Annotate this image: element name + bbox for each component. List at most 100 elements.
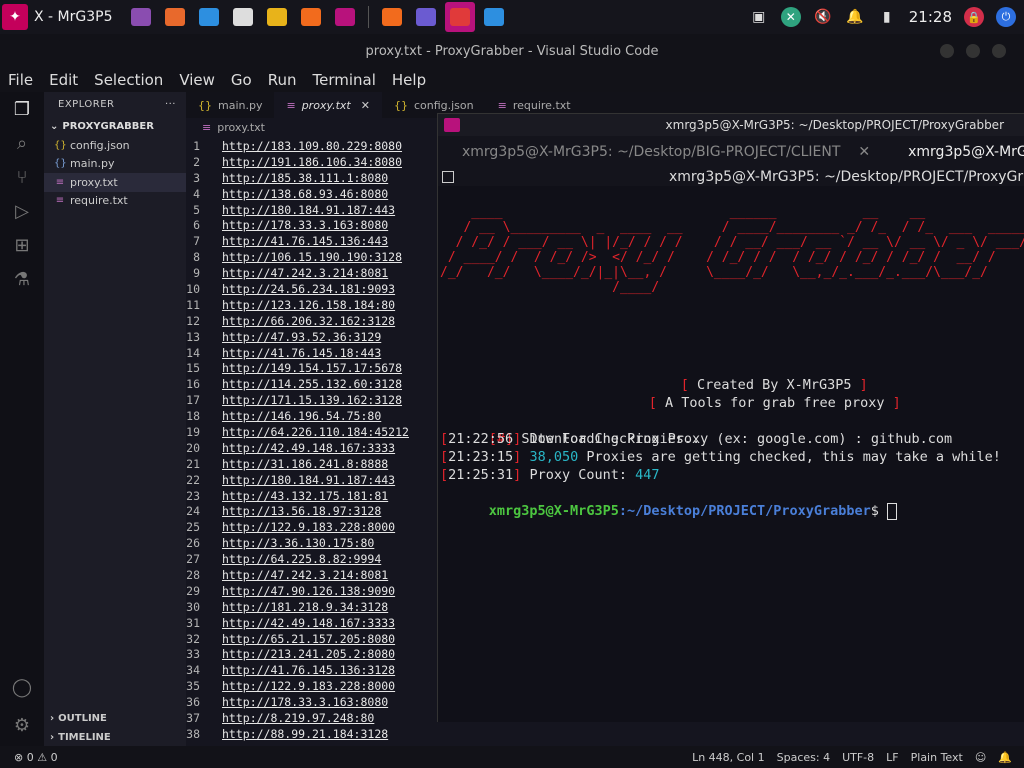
vscode-app-icon[interactable] <box>194 2 224 32</box>
proxy-url[interactable]: http://41.76.145.18:443 <box>222 346 381 360</box>
proxy-url[interactable]: http://65.21.157.205:8080 <box>222 632 395 646</box>
proxy-url[interactable]: http://171.15.139.162:3128 <box>222 393 402 407</box>
settings-gear-icon[interactable]: ⚙ <box>11 714 33 736</box>
search-icon[interactable]: ⌕ <box>11 132 33 154</box>
proxy-url[interactable]: http://24.56.234.181:9093 <box>222 282 395 296</box>
clock[interactable]: 21:28 <box>909 8 952 26</box>
files-app-icon[interactable] <box>228 2 258 32</box>
close-button[interactable] <box>992 44 1006 58</box>
proxy-url[interactable]: http://149.154.157.17:5678 <box>222 361 402 375</box>
screen-running-icon[interactable] <box>411 2 441 32</box>
proxy-url[interactable]: http://106.15.190.190:3128 <box>222 250 402 264</box>
proxy-url[interactable]: http://138.68.93.46:8080 <box>222 187 388 201</box>
close-tab-icon[interactable]: ✕ <box>361 99 370 112</box>
terminal-app-icon[interactable] <box>330 2 360 32</box>
proxy-url[interactable]: http://191.186.106.34:8080 <box>222 155 402 169</box>
explorer-icon[interactable]: ❐ <box>11 98 33 120</box>
terminal-output[interactable]: ____ ______ __ __ / __ \_________ _ ____… <box>440 190 1024 722</box>
split-view-icon[interactable] <box>442 171 454 183</box>
feedback-icon[interactable]: ☺ <box>975 751 986 764</box>
file-item[interactable]: ≡ require.txt <box>44 192 186 211</box>
network-icon[interactable]: ✕ <box>780 7 801 27</box>
proxy-url[interactable]: http://88.99.21.184:3128 <box>222 727 388 741</box>
volume-muted-icon[interactable]: 🔇 <box>813 7 833 27</box>
close-terminal-tab-icon[interactable]: ✕ <box>858 144 870 160</box>
proxy-url[interactable]: http://47.90.126.138:9090 <box>222 584 395 598</box>
proxy-url[interactable]: http://64.225.8.82:9994 <box>222 552 381 566</box>
extensions-icon[interactable]: ⊞ <box>11 234 33 256</box>
proxy-url[interactable]: http://31.186.241.8:8888 <box>222 457 388 471</box>
proxy-url[interactable]: http://8.219.97.248:80 <box>222 711 374 725</box>
chrome-app-icon[interactable] <box>262 2 292 32</box>
proxy-url[interactable]: http://181.218.9.34:3128 <box>222 600 388 614</box>
testing-icon[interactable]: ⚗ <box>11 268 33 290</box>
logout-icon[interactable]: ⏻ <box>996 7 1016 27</box>
source-control-icon[interactable]: ⑂ <box>11 166 33 188</box>
minimize-button[interactable] <box>940 44 954 58</box>
proxy-url[interactable]: http://13.56.18.97:3128 <box>222 504 381 518</box>
proxy-url[interactable]: http://47.242.3.214:8081 <box>222 266 388 280</box>
proxy-url[interactable]: http://66.206.32.162:3128 <box>222 314 395 328</box>
run-debug-icon[interactable]: ▷ <box>11 200 33 222</box>
proxy-url[interactable]: http://43.132.175.181:81 <box>222 489 388 503</box>
screen-app-icon[interactable] <box>126 2 156 32</box>
distro-menu-icon[interactable]: ✦ <box>2 4 28 30</box>
file-item[interactable]: ≡ proxy.txt <box>44 173 186 192</box>
problems-indicator[interactable]: ⊗ 0 ⚠ 0 <box>14 751 58 764</box>
menu-selection[interactable]: Selection <box>86 71 171 89</box>
menu-terminal[interactable]: Terminal <box>305 71 384 89</box>
encoding[interactable]: UTF-8 <box>842 751 874 764</box>
battery-icon[interactable]: ▮ <box>877 7 897 27</box>
terminal-tab[interactable]: xmrg3p5@X-MrG3P5: ~/Desktop/BIG-PROJECT/… <box>438 144 892 160</box>
vscode-running-icon[interactable] <box>479 2 509 32</box>
file-item[interactable]: {} config.json <box>44 136 186 155</box>
menu-file[interactable]: File <box>0 71 41 89</box>
lock-icon[interactable]: 🔒 <box>964 7 984 27</box>
proxy-url[interactable]: http://185.38.111.1:8080 <box>222 171 388 185</box>
proxy-url[interactable]: http://122.9.183.228:8000 <box>222 520 395 534</box>
proxy-url[interactable]: http://180.184.91.187:443 <box>222 473 395 487</box>
menu-run[interactable]: Run <box>260 71 305 89</box>
proxy-url[interactable]: http://183.109.80.229:8080 <box>222 139 402 153</box>
firefox-running-icon[interactable] <box>377 2 407 32</box>
terminal-tab[interactable]: xmrg3p5@X-MrG3P5: ~/Desktop/PROJECT/Prox… <box>892 144 1024 160</box>
editor-tab[interactable]: ≡ proxy.txt ✕ <box>274 92 382 118</box>
accounts-icon[interactable]: ◯ <box>11 676 33 698</box>
proxy-url[interactable]: http://146.196.54.75:80 <box>222 409 381 423</box>
proxy-url[interactable]: http://178.33.3.163:8080 <box>222 695 388 709</box>
menu-view[interactable]: View <box>171 71 223 89</box>
screen-record-icon[interactable]: ▣ <box>749 7 769 27</box>
file-item[interactable]: {} main.py <box>44 155 186 174</box>
proxy-url[interactable]: http://123.126.158.184:80 <box>222 298 395 312</box>
proxy-url[interactable]: http://114.255.132.60:3128 <box>222 377 402 391</box>
notification-bell-icon[interactable]: 🔔 <box>845 7 865 27</box>
indentation[interactable]: Spaces: 4 <box>777 751 830 764</box>
burp-app-icon[interactable] <box>160 2 190 32</box>
end-of-line[interactable]: LF <box>886 751 898 764</box>
proxy-url[interactable]: http://47.93.52.36:3129 <box>222 330 381 344</box>
cursor-position[interactable]: Ln 448, Col 1 <box>692 751 765 764</box>
proxy-url[interactable]: http://178.33.3.163:8080 <box>222 218 388 232</box>
proxy-url[interactable]: http://42.49.148.167:3333 <box>222 616 395 630</box>
proxy-url[interactable]: http://122.9.183.228:8000 <box>222 679 395 693</box>
firefox-app-icon[interactable] <box>296 2 326 32</box>
timeline-section[interactable]: › TIMELINE <box>44 728 186 746</box>
proxy-url[interactable]: http://180.184.91.187:443 <box>222 203 395 217</box>
editor-tab[interactable]: {} main.py <box>186 92 274 118</box>
proxy-url[interactable]: http://64.226.110.184:45212 <box>222 425 409 439</box>
proxy-url[interactable]: http://42.49.148.167:3333 <box>222 441 395 455</box>
proxy-url[interactable]: http://3.36.130.175:80 <box>222 536 374 550</box>
language-mode[interactable]: Plain Text <box>911 751 963 764</box>
proxy-url[interactable]: http://213.241.205.2:8080 <box>222 647 395 661</box>
maximize-button[interactable] <box>966 44 980 58</box>
menu-help[interactable]: Help <box>384 71 434 89</box>
proxy-url[interactable]: http://47.242.3.214:8081 <box>222 568 388 582</box>
notifications-icon[interactable]: 🔔 <box>998 751 1012 764</box>
terminal-running-icon[interactable] <box>445 2 476 32</box>
folder-root[interactable]: ⌄ PROXYGRABBER <box>44 116 186 136</box>
outline-section[interactable]: › OUTLINE <box>44 709 186 727</box>
more-actions-icon[interactable]: ··· <box>165 99 176 110</box>
proxy-url[interactable]: http://41.76.145.136:443 <box>222 234 388 248</box>
proxy-url[interactable]: http://41.76.145.136:3128 <box>222 663 395 677</box>
menu-go[interactable]: Go <box>223 71 260 89</box>
